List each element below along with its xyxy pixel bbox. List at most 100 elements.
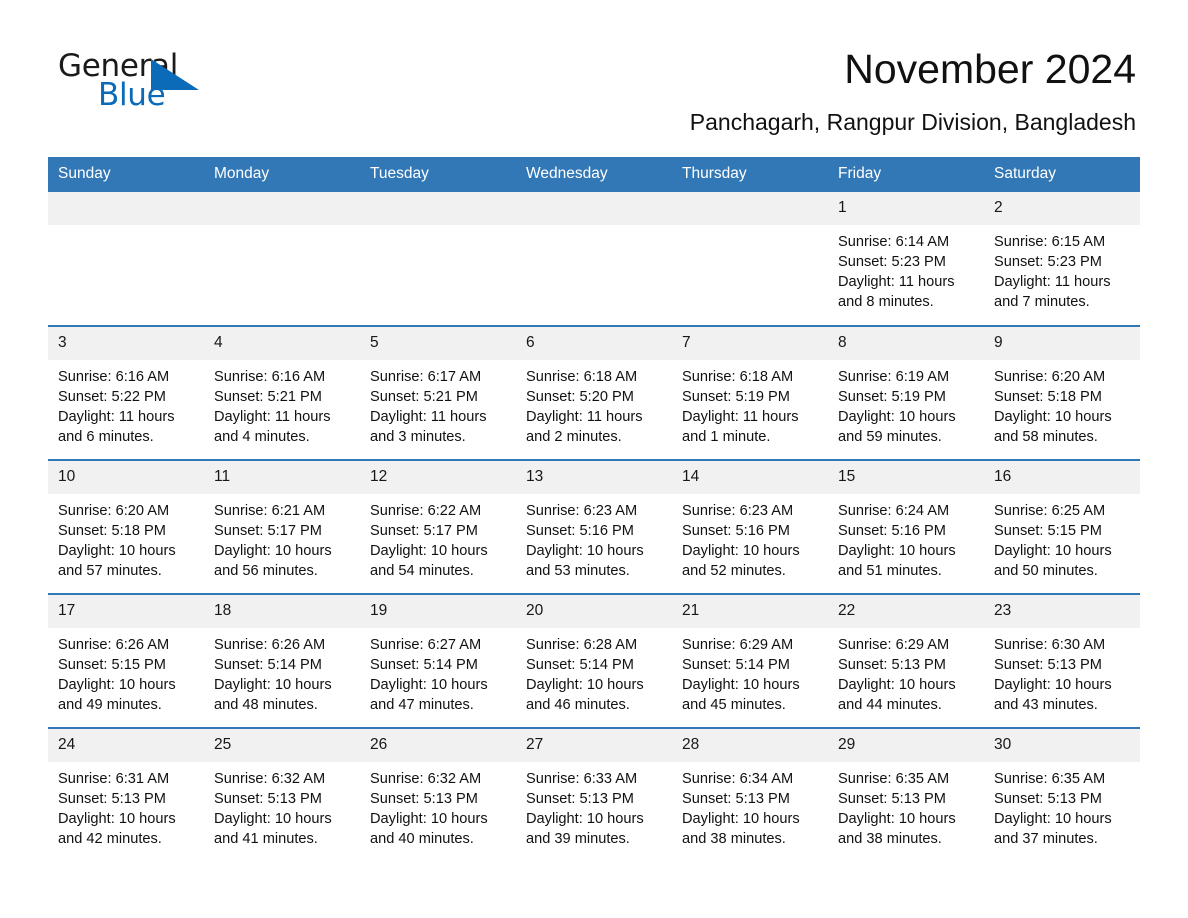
day-sun-info: Sunrise: 6:19 AM Sunset: 5:19 PM Daylight:… bbox=[828, 360, 984, 447]
sunset-text: Sunset: 5:13 PM bbox=[526, 790, 634, 807]
day-number: 25 bbox=[204, 729, 360, 762]
day-number: 8 bbox=[828, 327, 984, 360]
day-number: 20 bbox=[516, 595, 672, 628]
day-sun-info: Sunrise: 6:17 AM Sunset: 5:21 PM Daylight:… bbox=[360, 360, 516, 447]
day-number: 19 bbox=[360, 595, 516, 628]
calendar-day-cell[interactable]: 17 Sunrise: 6:26 AM Sunset: 5:15 PM Dayligh… bbox=[48, 593, 204, 729]
sunset-text: Sunset: 5:17 PM bbox=[370, 522, 478, 539]
daylight-text: Daylight: 11 hours and 2 minutes. bbox=[526, 408, 643, 445]
calendar-day-cell[interactable]: 12 Sunrise: 6:22 AM Sunset: 5:17 PM Dayligh… bbox=[360, 459, 516, 595]
day-sun-info: Sunrise: 6:29 AM Sunset: 5:14 PM Daylight:… bbox=[672, 628, 828, 715]
daylight-text: Daylight: 10 hours and 59 minutes. bbox=[838, 408, 956, 445]
sunset-text: Sunset: 5:15 PM bbox=[994, 522, 1102, 539]
calendar-day-cell[interactable]: 10 Sunrise: 6:20 AM Sunset: 5:18 PM Dayligh… bbox=[48, 459, 204, 595]
sunrise-text: Sunrise: 6:32 AM bbox=[370, 770, 482, 787]
calendar-day-cell[interactable]: 9 Sunrise: 6:20 AM Sunset: 5:18 PM Daylight… bbox=[984, 325, 1140, 461]
day-number: 3 bbox=[48, 327, 204, 360]
calendar-day-cell[interactable]: 7 Sunrise: 6:18 AM Sunset: 5:19 PM Daylight… bbox=[672, 325, 828, 461]
calendar-page: General Blue November 2024 Panchagarh, R… bbox=[0, 0, 1188, 918]
sunset-text: Sunset: 5:16 PM bbox=[526, 522, 634, 539]
day-number: 16 bbox=[984, 461, 1140, 494]
calendar-day-cell[interactable]: 19 Sunrise: 6:27 AM Sunset: 5:14 PM Dayligh… bbox=[360, 593, 516, 729]
day-sun-info: Sunrise: 6:22 AM Sunset: 5:17 PM Daylight:… bbox=[360, 494, 516, 581]
day-sun-info: Sunrise: 6:27 AM Sunset: 5:14 PM Daylight:… bbox=[360, 628, 516, 715]
sunrise-text: Sunrise: 6:26 AM bbox=[214, 636, 326, 653]
calendar-day-cell[interactable]: 2 Sunrise: 6:15 AM Sunset: 5:23 PM Daylight… bbox=[984, 192, 1140, 326]
sunset-text: Sunset: 5:19 PM bbox=[838, 388, 946, 405]
day-sun-info: Sunrise: 6:35 AM Sunset: 5:13 PM Daylight:… bbox=[984, 762, 1140, 849]
calendar-day-cell[interactable]: 14 Sunrise: 6:23 AM Sunset: 5:16 PM Dayligh… bbox=[672, 459, 828, 595]
calendar-day-cell[interactable]: 18 Sunrise: 6:26 AM Sunset: 5:14 PM Dayligh… bbox=[204, 593, 360, 729]
calendar-header-row: Sunday Monday Tuesday Wednesday Thursday Frid… bbox=[48, 157, 1140, 193]
day-number bbox=[360, 192, 516, 225]
day-sun-info: Sunrise: 6:31 AM Sunset: 5:13 PM Daylight:… bbox=[48, 762, 204, 849]
calendar-day-cell[interactable]: 23 Sunrise: 6:30 AM Sunset: 5:13 PM Dayligh… bbox=[984, 593, 1140, 729]
calendar-day-cell[interactable]: 27 Sunrise: 6:33 AM Sunset: 5:13 PM Dayligh… bbox=[516, 727, 672, 863]
day-number bbox=[672, 192, 828, 225]
sunrise-text: Sunrise: 6:33 AM bbox=[526, 770, 638, 787]
calendar-day-cell[interactable]: 20 Sunrise: 6:28 AM Sunset: 5:14 PM Dayligh… bbox=[516, 593, 672, 729]
calendar-day-cell[interactable]: 29 Sunrise: 6:35 AM Sunset: 5:13 PM Dayligh… bbox=[828, 727, 984, 863]
sunrise-text: Sunrise: 6:15 AM bbox=[994, 233, 1106, 250]
day-sun-info: Sunrise: 6:33 AM Sunset: 5:13 PM Daylight:… bbox=[516, 762, 672, 849]
day-number: 2 bbox=[984, 192, 1140, 225]
weekday-header-friday: Friday bbox=[828, 157, 984, 193]
calendar-day-cell[interactable]: 22 Sunrise: 6:29 AM Sunset: 5:13 PM Dayligh… bbox=[828, 593, 984, 729]
day-number: 13 bbox=[516, 461, 672, 494]
calendar-day-cell[interactable]: 28 Sunrise: 6:34 AM Sunset: 5:13 PM Dayligh… bbox=[672, 727, 828, 863]
sunset-text: Sunset: 5:15 PM bbox=[58, 656, 166, 673]
day-number: 23 bbox=[984, 595, 1140, 628]
general-blue-logo[interactable]: General Blue bbox=[58, 48, 208, 120]
sunrise-text: Sunrise: 6:23 AM bbox=[526, 502, 638, 519]
day-number: 9 bbox=[984, 327, 1140, 360]
calendar-day-cell[interactable]: 15 Sunrise: 6:24 AM Sunset: 5:16 PM Dayligh… bbox=[828, 459, 984, 595]
daylight-text: Daylight: 10 hours and 51 minutes. bbox=[838, 542, 956, 579]
day-number: 29 bbox=[828, 729, 984, 762]
calendar-day-cell[interactable]: 16 Sunrise: 6:25 AM Sunset: 5:15 PM Dayligh… bbox=[984, 459, 1140, 595]
daylight-text: Daylight: 11 hours and 8 minutes. bbox=[838, 273, 955, 310]
daylight-text: Daylight: 10 hours and 40 minutes. bbox=[370, 810, 488, 847]
weekday-header-thursday: Thursday bbox=[672, 157, 828, 193]
sunrise-text: Sunrise: 6:35 AM bbox=[994, 770, 1106, 787]
calendar-day-cell[interactable]: 1 Sunrise: 6:14 AM Sunset: 5:23 PM Daylight… bbox=[828, 192, 984, 326]
sunrise-text: Sunrise: 6:21 AM bbox=[214, 502, 326, 519]
calendar-empty-cell bbox=[516, 192, 672, 326]
daylight-text: Daylight: 10 hours and 57 minutes. bbox=[58, 542, 176, 579]
calendar-day-cell[interactable]: 5 Sunrise: 6:17 AM Sunset: 5:21 PM Daylight… bbox=[360, 325, 516, 461]
page-header: General Blue November 2024 Panchagarh, R… bbox=[0, 0, 1188, 136]
daylight-text: Daylight: 10 hours and 39 minutes. bbox=[526, 810, 644, 847]
daylight-text: Daylight: 10 hours and 45 minutes. bbox=[682, 676, 800, 713]
daylight-text: Daylight: 10 hours and 41 minutes. bbox=[214, 810, 332, 847]
calendar-empty-cell bbox=[672, 192, 828, 326]
sunrise-text: Sunrise: 6:22 AM bbox=[370, 502, 482, 519]
day-sun-info: Sunrise: 6:23 AM Sunset: 5:16 PM Daylight:… bbox=[516, 494, 672, 581]
daylight-text: Daylight: 10 hours and 48 minutes. bbox=[214, 676, 332, 713]
daylight-text: Daylight: 10 hours and 52 minutes. bbox=[682, 542, 800, 579]
calendar-day-cell[interactable]: 8 Sunrise: 6:19 AM Sunset: 5:19 PM Daylight… bbox=[828, 325, 984, 461]
calendar-day-cell[interactable]: 4 Sunrise: 6:16 AM Sunset: 5:21 PM Daylight… bbox=[204, 325, 360, 461]
calendar-day-cell[interactable]: 26 Sunrise: 6:32 AM Sunset: 5:13 PM Dayligh… bbox=[360, 727, 516, 863]
sunset-text: Sunset: 5:13 PM bbox=[214, 790, 322, 807]
calendar-day-cell[interactable]: 21 Sunrise: 6:29 AM Sunset: 5:14 PM Dayligh… bbox=[672, 593, 828, 729]
daylight-text: Daylight: 10 hours and 58 minutes. bbox=[994, 408, 1112, 445]
calendar-day-cell[interactable]: 11 Sunrise: 6:21 AM Sunset: 5:17 PM Dayligh… bbox=[204, 459, 360, 595]
daylight-text: Daylight: 10 hours and 56 minutes. bbox=[214, 542, 332, 579]
calendar-grid: Sunday Monday Tuesday Wednesday Thursday Frid… bbox=[48, 157, 1140, 863]
sunset-text: Sunset: 5:13 PM bbox=[994, 656, 1102, 673]
sunset-text: Sunset: 5:14 PM bbox=[526, 656, 634, 673]
sunset-text: Sunset: 5:19 PM bbox=[682, 388, 790, 405]
day-number: 28 bbox=[672, 729, 828, 762]
daylight-text: Daylight: 10 hours and 50 minutes. bbox=[994, 542, 1112, 579]
calendar-day-cell[interactable]: 6 Sunrise: 6:18 AM Sunset: 5:20 PM Daylight… bbox=[516, 325, 672, 461]
calendar-day-cell[interactable]: 30 Sunrise: 6:35 AM Sunset: 5:13 PM Dayligh… bbox=[984, 727, 1140, 863]
sunset-text: Sunset: 5:17 PM bbox=[214, 522, 322, 539]
calendar-day-cell[interactable]: 13 Sunrise: 6:23 AM Sunset: 5:16 PM Dayligh… bbox=[516, 459, 672, 595]
daylight-text: Daylight: 10 hours and 54 minutes. bbox=[370, 542, 488, 579]
sunrise-text: Sunrise: 6:17 AM bbox=[370, 368, 482, 385]
sunset-text: Sunset: 5:23 PM bbox=[994, 253, 1102, 270]
calendar-day-cell[interactable]: 24 Sunrise: 6:31 AM Sunset: 5:13 PM Dayligh… bbox=[48, 727, 204, 863]
calendar-day-cell[interactable]: 3 Sunrise: 6:16 AM Sunset: 5:22 PM Daylight… bbox=[48, 325, 204, 461]
calendar-table: Sunday Monday Tuesday Wednesday Thursday Frid… bbox=[48, 157, 1140, 863]
day-number: 18 bbox=[204, 595, 360, 628]
calendar-day-cell[interactable]: 25 Sunrise: 6:32 AM Sunset: 5:13 PM Dayligh… bbox=[204, 727, 360, 863]
